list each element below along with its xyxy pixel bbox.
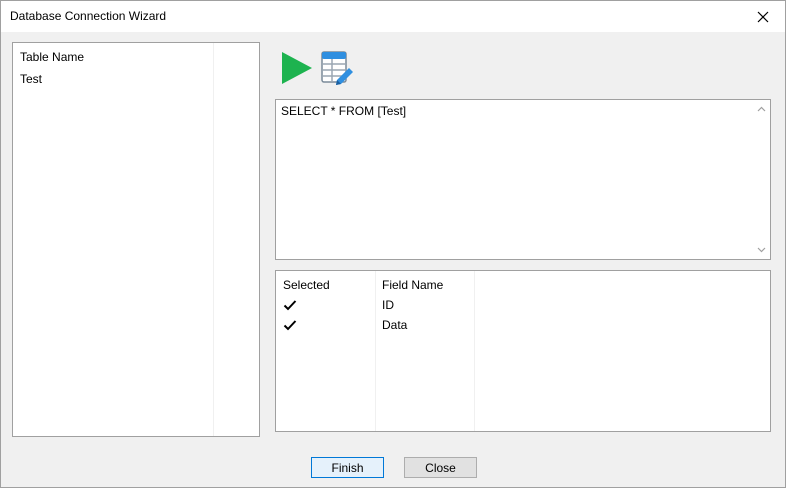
column-divider [213, 43, 214, 436]
field-name-cell: ID [382, 298, 394, 312]
selected-column-header[interactable]: Selected [283, 278, 330, 292]
sql-query-editor[interactable]: SELECT * FROM [Test] [275, 99, 771, 260]
sql-scrollbar[interactable] [753, 100, 770, 259]
field-name-cell: Data [382, 318, 408, 332]
table-list[interactable]: Table Name Test [12, 42, 260, 437]
window-close-button[interactable] [741, 1, 785, 32]
scroll-down-icon[interactable] [756, 244, 767, 255]
finish-button[interactable]: Finish [311, 457, 384, 478]
table-edit-icon [321, 51, 353, 85]
table-row[interactable]: ID [276, 296, 770, 316]
column-divider [375, 271, 376, 431]
window-title: Database Connection Wizard [10, 9, 167, 23]
table-row[interactable]: Data [276, 316, 770, 336]
query-designer-button[interactable] [319, 50, 355, 86]
close-icon [757, 11, 769, 22]
title-bar: Database Connection Wizard [1, 1, 785, 32]
play-icon [282, 52, 312, 84]
close-button[interactable]: Close [404, 457, 477, 478]
field-name-column-header[interactable]: Field Name [382, 278, 443, 292]
checkmark-icon[interactable] [283, 299, 297, 311]
scroll-up-icon[interactable] [756, 104, 767, 115]
table-name-header[interactable]: Table Name [20, 50, 84, 64]
checkmark-icon[interactable] [283, 319, 297, 331]
fields-grid[interactable]: Selected Field Name ID Data [275, 270, 771, 432]
run-query-button[interactable] [279, 50, 315, 86]
table-list-item[interactable]: Test [20, 72, 42, 86]
column-divider [474, 271, 475, 431]
sql-query-text[interactable]: SELECT * FROM [Test] [281, 104, 406, 118]
dialog-window: Database Connection Wizard Table Name Te… [0, 0, 786, 488]
